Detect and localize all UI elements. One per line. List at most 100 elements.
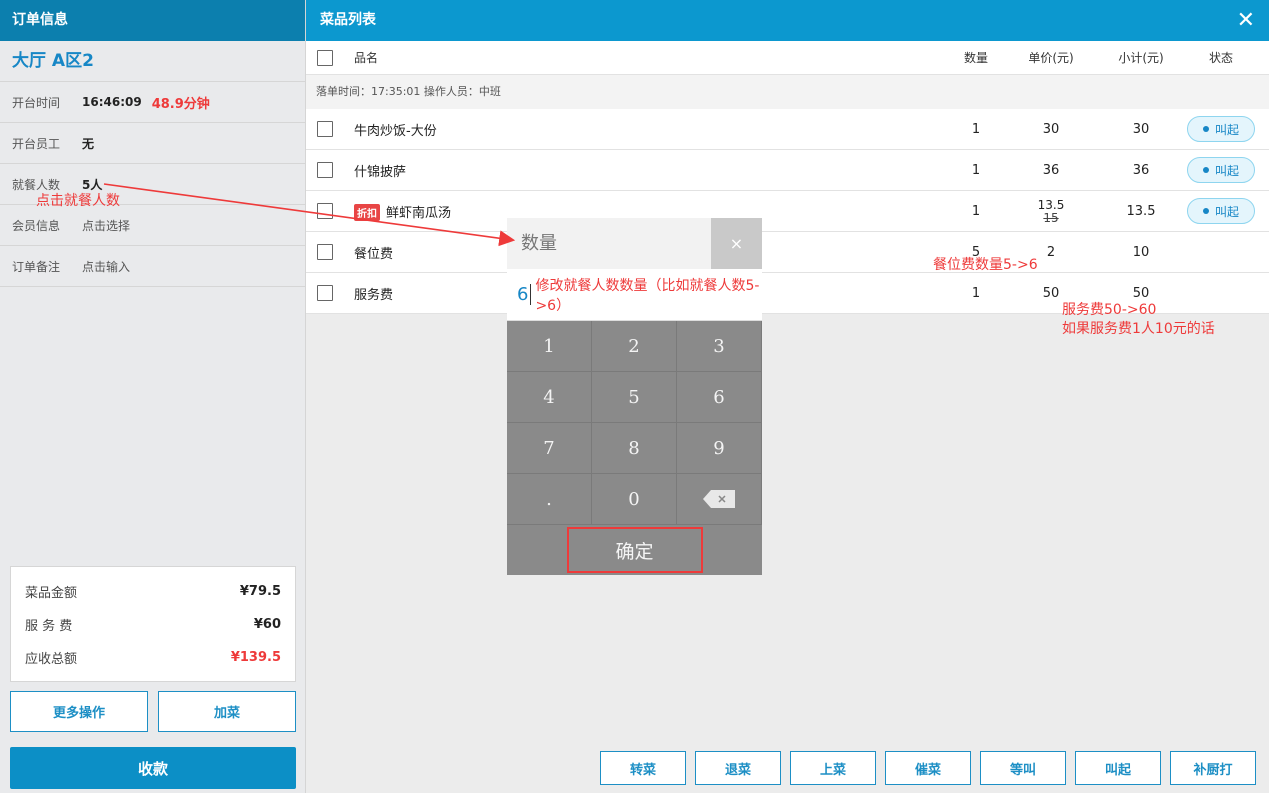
dish-list-header: 菜品列表 ✕ xyxy=(306,0,1269,41)
transfer-dish-button[interactable]: 转菜 xyxy=(600,751,686,785)
table-row[interactable]: 什锦披萨 1 36 36 叫起 xyxy=(306,150,1269,191)
key-9[interactable]: 9 xyxy=(677,423,762,474)
reprint-kitchen-button[interactable]: 补厨打 xyxy=(1170,751,1256,785)
total-value: ¥139.5 xyxy=(230,650,281,665)
key-5[interactable]: 5 xyxy=(592,372,677,423)
pay-button[interactable]: 收款 xyxy=(10,747,296,789)
service-fee-label: 服 务 费 xyxy=(25,619,73,634)
serve-dish-button[interactable]: 上菜 xyxy=(790,751,876,785)
key-1[interactable]: 1 xyxy=(507,321,592,372)
annotation-click-guests: 点击就餐人数 xyxy=(36,193,120,209)
key-dot[interactable]: . xyxy=(507,474,592,525)
dish-subtotal: 13.5 xyxy=(1126,203,1156,219)
annotation-seat-fee: 餐位费数量5->6 xyxy=(933,257,1038,273)
pos-screen: 订单信息 大厅 A区2 开台时间 16:46:09 48.9分钟 开台员工 无 … xyxy=(0,0,1269,793)
col-price-header: 单价(元) xyxy=(1028,51,1074,65)
key-7[interactable]: 7 xyxy=(507,423,592,474)
guests-label: 就餐人数 xyxy=(12,177,61,192)
col-subtotal-header: 小计(元) xyxy=(1118,51,1164,65)
quantity-keypad: 数量 × 6 修改就餐人数数量（比如就餐人数5->6） 1 2 3 4 5 6 … xyxy=(507,218,762,575)
key-2[interactable]: 2 xyxy=(592,321,677,372)
table-row[interactable]: 折扣 鲜虾南瓜汤 1 13.5 15 13.5 叫起 xyxy=(306,191,1269,232)
dish-amount-label: 菜品金额 xyxy=(25,586,78,601)
status-text: 叫起 xyxy=(1214,204,1239,219)
row-checkbox[interactable] xyxy=(317,203,333,219)
table-row[interactable]: 牛肉炒饭-大份 1 30 30 叫起 xyxy=(306,109,1269,150)
total-row: 应收总额 ¥139.5 xyxy=(25,641,281,674)
note-input-link[interactable]: 点击输入 xyxy=(82,258,130,275)
order-meta: 落单时间：17:35:01 操作人员：中班 xyxy=(306,75,1269,109)
dish-name: 什锦披萨 xyxy=(354,164,407,180)
dot-icon xyxy=(1202,126,1209,132)
status-badge[interactable]: 叫起 xyxy=(1187,116,1255,142)
col-status-header: 状态 xyxy=(1208,51,1233,65)
dish-list-title: 菜品列表 xyxy=(320,12,376,28)
table-row[interactable]: 餐位费 5 2 10 xyxy=(306,232,1269,273)
status-text: 叫起 xyxy=(1214,163,1239,178)
dish-name: 鲜虾南瓜汤 xyxy=(386,205,452,221)
keypad-grid: 1 2 3 4 5 6 7 8 9 . 0 ✕ xyxy=(507,321,762,525)
note-row[interactable]: 订单备注 点击输入 xyxy=(0,246,305,287)
dish-qty: 1 xyxy=(971,285,981,301)
member-row[interactable]: 会员信息 点击选择 xyxy=(0,205,305,246)
call-up-button[interactable]: 叫起 xyxy=(1075,751,1161,785)
dish-subtotal: 30 xyxy=(1132,121,1150,137)
dish-qty: 1 xyxy=(971,203,981,219)
dish-name: 牛肉炒饭-大份 xyxy=(354,123,437,139)
col-qty-header: 数量 xyxy=(963,51,988,65)
dish-subtotal: 50 xyxy=(1132,285,1150,301)
open-time-row: 开台时间 16:46:09 48.9分钟 xyxy=(0,82,305,123)
row-checkbox[interactable] xyxy=(317,244,333,260)
keypad-title: 数量 xyxy=(521,233,557,254)
dish-price: 36 xyxy=(1042,162,1060,178)
dish-subtotal: 10 xyxy=(1132,244,1150,260)
staff-value: 无 xyxy=(82,136,95,151)
annotation-service-fee: 服务费50->60 xyxy=(1062,302,1157,318)
service-fee-value: ¥60 xyxy=(253,617,281,632)
backspace-key[interactable]: ✕ xyxy=(677,474,762,525)
rush-dish-button[interactable]: 催菜 xyxy=(885,751,971,785)
key-8[interactable]: 8 xyxy=(592,423,677,474)
dish-price: 13.5 xyxy=(1037,197,1065,212)
key-6[interactable]: 6 xyxy=(677,372,762,423)
key-4[interactable]: 4 xyxy=(507,372,592,423)
action-bar: 转菜 退菜 上菜 催菜 等叫 叫起 补厨打 xyxy=(306,751,1269,785)
row-checkbox[interactable] xyxy=(317,162,333,178)
table-name: 大厅 A区2 xyxy=(0,41,305,82)
staff-label: 开台员工 xyxy=(12,136,61,151)
status-badge[interactable]: 叫起 xyxy=(1187,157,1255,183)
row-checkbox[interactable] xyxy=(317,121,333,137)
amount-summary: 菜品金额 ¥79.5 服 务 费 ¥60 应收总额 ¥139.5 xyxy=(10,566,296,682)
close-icon[interactable]: ✕ xyxy=(1237,0,1255,41)
member-label: 会员信息 xyxy=(12,218,61,233)
dot-icon xyxy=(1202,167,1209,173)
add-dish-button[interactable]: 加菜 xyxy=(158,691,296,732)
keypad-annotation: 修改就餐人数数量（比如就餐人数5->6） xyxy=(535,277,760,314)
discount-tag: 折扣 xyxy=(354,203,380,221)
guests-value[interactable]: 5人 xyxy=(82,176,102,193)
more-operations-button[interactable]: 更多操作 xyxy=(10,691,148,732)
dot-icon xyxy=(1202,208,1209,214)
dish-amount-value: ¥79.5 xyxy=(239,584,281,599)
col-name-header: 品名 xyxy=(354,51,379,65)
return-dish-button[interactable]: 退菜 xyxy=(695,751,781,785)
key-0[interactable]: 0 xyxy=(592,474,677,525)
wait-call-button[interactable]: 等叫 xyxy=(980,751,1066,785)
keypad-close-icon[interactable]: × xyxy=(711,218,762,269)
dish-qty: 1 xyxy=(971,121,981,137)
status-text: 叫起 xyxy=(1214,122,1239,137)
dish-price: 30 xyxy=(1042,121,1060,137)
member-select-link[interactable]: 点击选择 xyxy=(82,217,130,234)
dish-subtotal: 36 xyxy=(1132,162,1150,178)
keypad-value: 6 xyxy=(517,284,532,305)
keypad-input[interactable]: 6 修改就餐人数数量（比如就餐人数5->6） xyxy=(507,269,762,321)
annotation-service-fee-note: 如果服务费1人10元的话 xyxy=(1062,321,1215,337)
confirm-button[interactable]: 确定 xyxy=(566,527,703,573)
key-3[interactable]: 3 xyxy=(677,321,762,372)
status-badge[interactable]: 叫起 xyxy=(1187,198,1255,224)
open-time-label: 开台时间 xyxy=(12,95,61,110)
order-info-header: 订单信息 xyxy=(0,0,305,41)
row-checkbox[interactable] xyxy=(317,285,333,301)
dish-qty: 1 xyxy=(971,162,981,178)
select-all-checkbox[interactable] xyxy=(317,49,333,66)
